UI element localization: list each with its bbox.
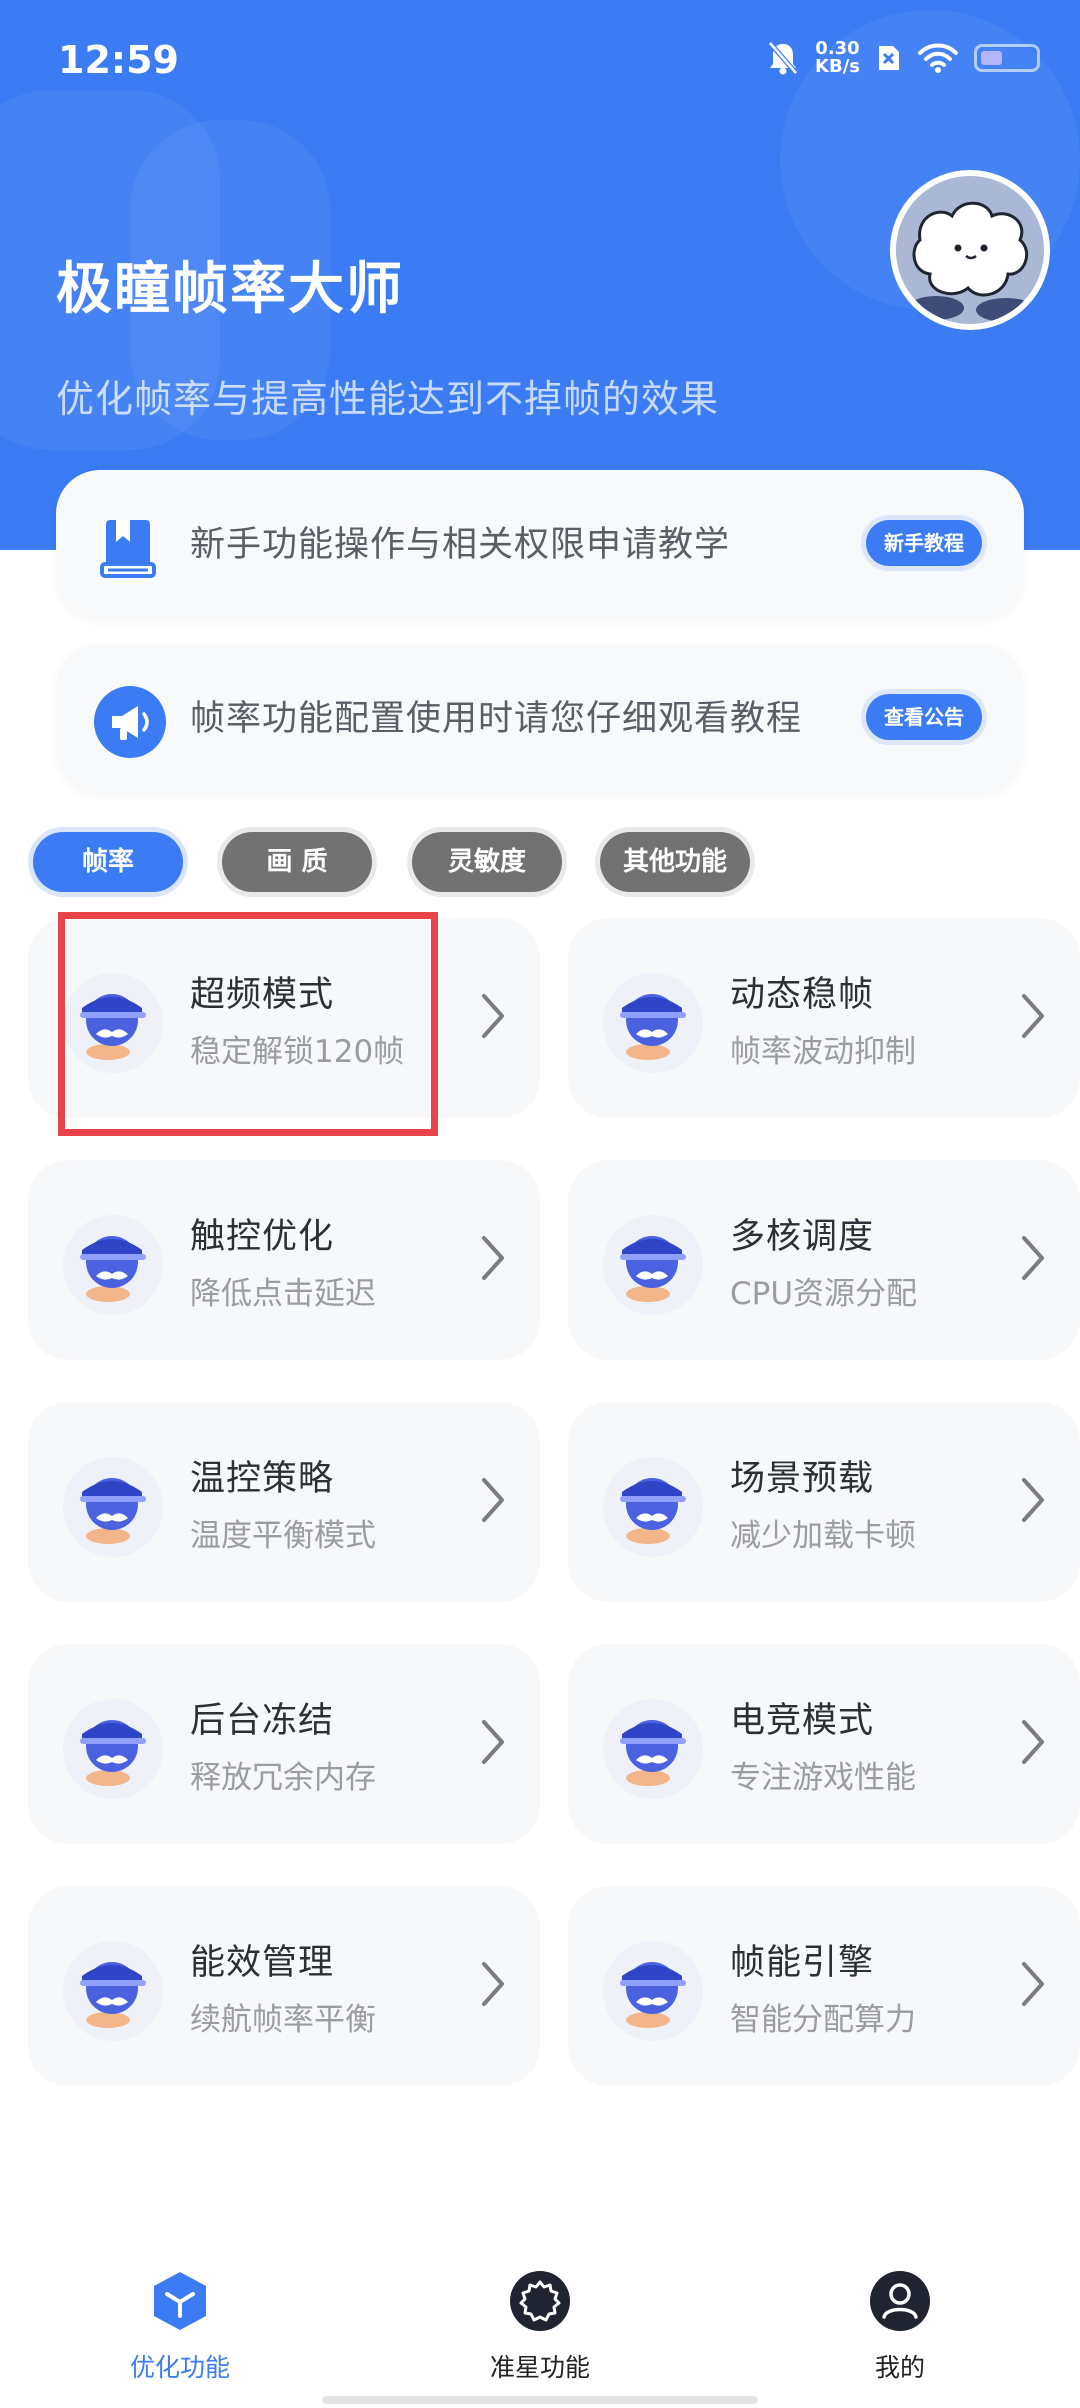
mascot-feature-icon	[63, 1215, 163, 1315]
nav-profile[interactable]: 我的	[800, 2270, 1000, 2384]
feature-title: 多核调度	[730, 1217, 875, 1257]
feature-subtitle: 帧率波动抑制	[730, 1034, 916, 1070]
avatar[interactable]	[890, 170, 1050, 330]
feature-subtitle: 续航帧率平衡	[190, 2002, 376, 2038]
announcement-notice-card[interactable]: 帧率功能配置使用时请您仔细观看教程 查看公告	[56, 644, 1024, 794]
chevron-right-icon	[482, 994, 504, 1038]
sim-x-icon	[879, 46, 899, 70]
tutorial-notice-text: 新手功能操作与相关权限申请教学	[190, 525, 731, 565]
app-subtitle: 优化帧率与提高性能达到不掉帧的效果	[56, 377, 720, 421]
network-speed-unit: KB/s	[815, 56, 860, 77]
nav-optimize[interactable]: 优化功能	[80, 2270, 280, 2384]
cube-icon	[154, 2272, 206, 2330]
feature-title: 帧能引擎	[730, 1943, 875, 1983]
mascot-feature-icon	[603, 1215, 703, 1315]
tab-other-functions[interactable]: 其他功能	[600, 832, 750, 892]
feature-subtitle: 减少加载卡顿	[730, 1518, 916, 1554]
nav-profile-label: 我的	[874, 2353, 925, 2382]
feature-card[interactable]: 能效管理续航帧率平衡	[28, 1886, 540, 2086]
chevron-right-icon	[482, 1720, 504, 1764]
battery-level	[981, 51, 1002, 65]
book-icon	[100, 520, 156, 578]
chevron-right-icon	[1022, 1478, 1044, 1522]
view-announcement-button[interactable]: 查看公告	[866, 694, 982, 740]
mascot-feature-icon	[63, 1699, 163, 1799]
status-bar: 12:59 0.30 KB/s	[0, 0, 1080, 128]
feature-title: 能效管理	[190, 1943, 335, 1983]
feature-title: 电竞模式	[730, 1701, 875, 1741]
feature-title: 后台冻结	[190, 1701, 335, 1741]
tab-sensitivity[interactable]: 灵敏度	[412, 832, 562, 892]
feature-subtitle: 释放冗余内存	[190, 1760, 376, 1796]
tab-image-quality[interactable]: 画 质	[222, 832, 372, 892]
feature-subtitle: 智能分配算力	[730, 2002, 916, 2038]
beginner-tutorial-button[interactable]: 新手教程	[866, 520, 982, 566]
feature-card[interactable]: 触控优化降低点击延迟	[28, 1160, 540, 1360]
feature-subtitle: 温度平衡模式	[190, 1518, 376, 1554]
user-icon	[870, 2271, 930, 2331]
mascot-avatar-icon	[896, 176, 1044, 324]
battery-icon	[974, 44, 1040, 72]
home-indicator	[322, 2396, 758, 2404]
mascot-feature-icon	[63, 1941, 163, 2041]
selection-highlight-box	[58, 912, 438, 1136]
mascot-feature-icon	[603, 1941, 703, 2041]
chevron-right-icon	[1022, 1962, 1044, 2006]
tab-frame-rate[interactable]: 帧率	[33, 832, 183, 892]
feature-title: 动态稳帧	[730, 975, 875, 1015]
chevron-right-icon	[1022, 1236, 1044, 1280]
feature-subtitle: 降低点击延迟	[190, 1276, 376, 1312]
status-icons: 0.30 KB/s	[767, 40, 1040, 76]
tutorial-notice-card[interactable]: 新手功能操作与相关权限申请教学 新手教程	[56, 470, 1024, 620]
chevron-right-icon	[482, 1478, 504, 1522]
feature-title: 场景预载	[730, 1459, 875, 1499]
chevron-right-icon	[1022, 994, 1044, 1038]
megaphone-icon	[94, 686, 166, 758]
feature-card[interactable]: 动态稳帧帧率波动抑制	[568, 918, 1080, 1118]
mascot-feature-icon	[603, 973, 703, 1073]
network-speed: 0.30 KB/s	[815, 40, 860, 76]
feature-card[interactable]: 帧能引擎智能分配算力	[568, 1886, 1080, 2086]
feature-title: 温控策略	[190, 1459, 335, 1499]
nav-optimize-label: 优化功能	[129, 2353, 230, 2382]
feature-card[interactable]: 后台冻结释放冗余内存	[28, 1644, 540, 1844]
bell-mute-icon	[768, 41, 798, 75]
feature-card[interactable]: 多核调度 CPU资源分配	[568, 1160, 1080, 1360]
feature-card[interactable]: 电竞模式专注游戏性能	[568, 1644, 1080, 1844]
chevron-right-icon	[1022, 1720, 1044, 1764]
feature-subtitle: CPU资源分配	[730, 1276, 918, 1312]
app-title: 极瞳帧率大师	[56, 257, 404, 322]
announcement-notice-text: 帧率功能配置使用时请您仔细观看教程	[190, 699, 803, 739]
wifi-icon	[918, 43, 958, 73]
nav-crosshair-label: 准星功能	[489, 2353, 590, 2382]
mascot-feature-icon	[63, 1457, 163, 1557]
mascot-feature-icon	[603, 1699, 703, 1799]
feature-card[interactable]: 场景预载减少加载卡顿	[568, 1402, 1080, 1602]
feature-subtitle: 专注游戏性能	[730, 1760, 916, 1796]
mascot-feature-icon	[603, 1457, 703, 1557]
feature-card[interactable]: 温控策略温度平衡模式	[28, 1402, 540, 1602]
chevron-right-icon	[482, 1236, 504, 1280]
feature-title: 触控优化	[190, 1217, 335, 1257]
gear-icon	[510, 2271, 570, 2331]
chevron-right-icon	[482, 1962, 504, 2006]
status-time: 12:59	[58, 38, 179, 82]
nav-crosshair[interactable]: 准星功能	[440, 2270, 640, 2384]
